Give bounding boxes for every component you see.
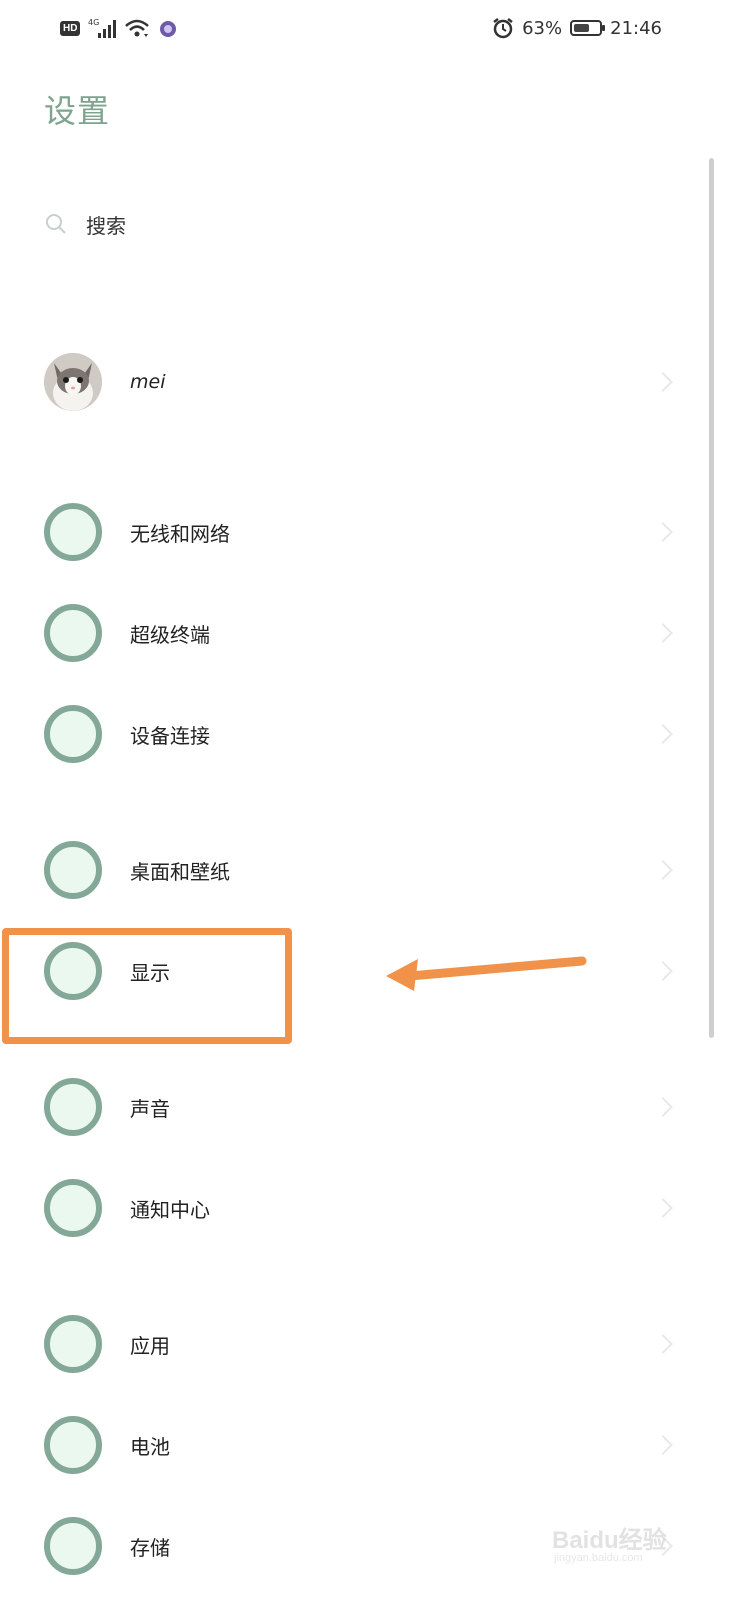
- super-device-icon: [44, 604, 102, 662]
- search-placeholder: 搜索: [86, 213, 126, 238]
- chevron-right-icon: [653, 1334, 673, 1354]
- scrollbar[interactable]: [709, 158, 714, 1038]
- annotation-arrow-icon: [386, 956, 587, 991]
- chevron-right-icon: [653, 1097, 673, 1117]
- battery-level-fill: [574, 24, 590, 32]
- settings-item-battery[interactable]: 电池: [0, 1410, 700, 1480]
- search-bar[interactable]: 搜索: [44, 200, 126, 248]
- baidu-watermark: Baidu经验 jingyan.baidu.com: [552, 1520, 692, 1570]
- watermark-subtext: jingyan.baidu.com: [554, 1552, 643, 1564]
- notification-center-icon: [44, 1179, 102, 1237]
- home-wallpaper-icon: [44, 841, 102, 899]
- sound-icon: [44, 1078, 102, 1136]
- settings-item-label: 声音: [130, 1096, 170, 1121]
- hd-badge: HD: [60, 20, 81, 36]
- settings-item-label: 无线和网络: [130, 521, 230, 546]
- battery-percent: 63%: [522, 17, 563, 39]
- settings-item-label: 桌面和壁纸: [130, 859, 230, 884]
- account-name: mei: [130, 371, 166, 393]
- battery-icon: [44, 1416, 102, 1474]
- settings-item-label: 通知中心: [130, 1197, 210, 1222]
- settings-item-label: 应用: [130, 1333, 170, 1358]
- status-bar: HD 4G 63% 21:46: [0, 0, 738, 58]
- settings-item-home-wallpaper[interactable]: 桌面和壁纸: [0, 835, 700, 905]
- apps-icon: [44, 1315, 102, 1373]
- settings-item-label: 超级终端: [130, 622, 210, 647]
- clock: 21:46: [610, 17, 662, 39]
- battery-status-icon: [570, 20, 606, 36]
- wireless-network-icon: [44, 503, 102, 561]
- status-left: HD 4G: [60, 16, 178, 40]
- chevron-right-icon: [653, 1435, 673, 1455]
- chevron-right-icon: [653, 860, 673, 880]
- highlight-annotation-box: [2, 928, 292, 1044]
- settings-item-notification-center[interactable]: 通知中心: [0, 1173, 700, 1243]
- device-connection-icon: [44, 705, 102, 763]
- app-notification-icon: [160, 21, 177, 37]
- chevron-right-icon: [653, 1198, 673, 1218]
- status-right: 63% 21:46: [492, 16, 662, 40]
- signal-icon: 4G: [88, 18, 117, 38]
- alarm-icon: [493, 18, 513, 39]
- settings-item-device-connection[interactable]: 设备连接: [0, 699, 700, 769]
- chevron-right-icon: [653, 623, 673, 643]
- chevron-right-icon: [653, 724, 673, 744]
- settings-item-super-device[interactable]: 超级终端: [0, 598, 700, 668]
- settings-item-label: 电池: [130, 1434, 170, 1459]
- chevron-right-icon: [653, 372, 673, 392]
- settings-item-apps[interactable]: 应用: [0, 1309, 700, 1379]
- settings-item-wireless[interactable]: 无线和网络: [0, 497, 700, 567]
- settings-item-sound[interactable]: 声音: [0, 1072, 700, 1142]
- page-title: 设置: [44, 92, 111, 130]
- settings-item-label: 设备连接: [130, 723, 210, 748]
- network-type: 4G: [88, 18, 99, 27]
- wifi-icon: [125, 19, 150, 37]
- account-row[interactable]: mei: [0, 347, 700, 417]
- chevron-right-icon: [653, 961, 673, 981]
- search-icon: [46, 214, 66, 234]
- storage-icon: [44, 1517, 102, 1575]
- watermark-text: Baidu经验: [552, 1527, 667, 1554]
- avatar: [44, 353, 102, 411]
- chevron-right-icon: [653, 522, 673, 542]
- settings-item-label: 存储: [130, 1535, 170, 1560]
